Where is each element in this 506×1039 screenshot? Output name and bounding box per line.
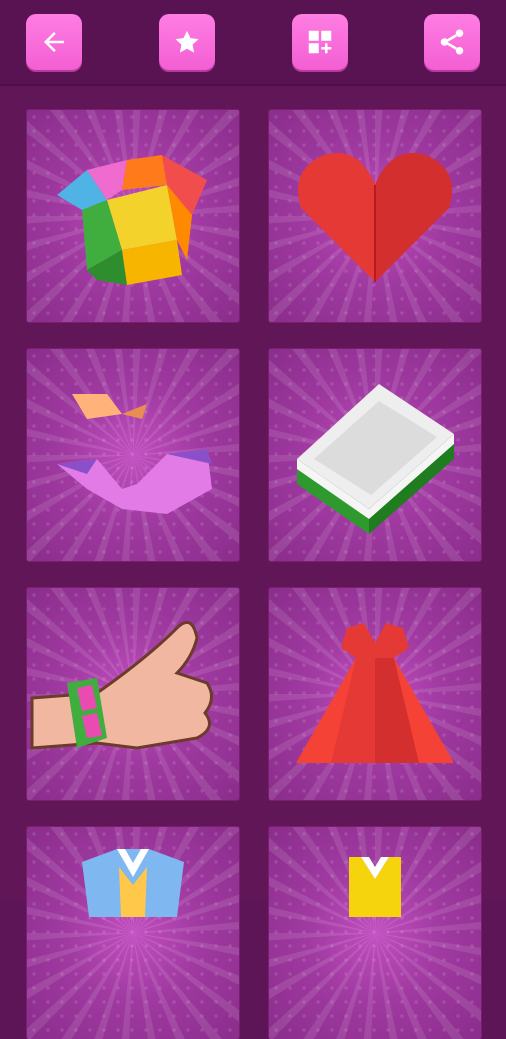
star-icon xyxy=(175,30,199,53)
origami-tile-box[interactable] xyxy=(269,349,481,561)
box-image xyxy=(297,384,454,534)
origami-tile-crown[interactable] xyxy=(27,110,239,322)
origami-tile-heart[interactable] xyxy=(269,110,481,322)
shirt-image xyxy=(349,857,401,917)
bracelet-image xyxy=(30,620,213,750)
origami-tile-dress[interactable] xyxy=(269,588,481,800)
heart-image xyxy=(297,153,453,282)
back-button[interactable] xyxy=(26,14,82,70)
origami-tile-bikini[interactable] xyxy=(27,349,239,561)
share-button[interactable] xyxy=(424,14,480,70)
origami-tile-bracelet[interactable] xyxy=(27,588,239,800)
kimono-image xyxy=(82,849,184,917)
share-icon xyxy=(440,29,464,55)
origami-tile-shirt[interactable] xyxy=(269,827,481,1039)
favorites-button[interactable] xyxy=(159,14,215,70)
origami-grid xyxy=(0,86,506,1039)
origami-tile-kimono[interactable] xyxy=(27,827,239,1039)
crown-image xyxy=(57,155,207,285)
more-apps-button[interactable] xyxy=(292,14,348,70)
top-toolbar xyxy=(0,0,506,86)
bikini-image xyxy=(57,394,212,514)
add-widget-icon xyxy=(308,30,332,54)
back-arrow-icon xyxy=(44,32,64,52)
dress-image xyxy=(296,623,454,763)
